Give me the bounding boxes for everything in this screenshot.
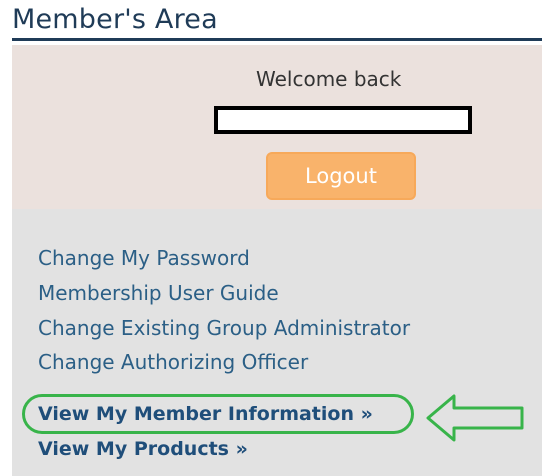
redacted-username — [214, 106, 472, 134]
highlight-annotation-ellipse — [22, 394, 414, 434]
logout-button[interactable]: Logout — [266, 152, 416, 200]
change-group-administrator-link[interactable]: Change Existing Group Administrator — [38, 316, 410, 340]
change-password-link[interactable]: Change My Password — [38, 246, 250, 270]
page-title: Member's Area — [12, 4, 218, 35]
members-area-header: Member's Area — [8, 0, 542, 42]
view-my-products-link[interactable]: View My Products » — [38, 438, 248, 460]
welcome-text: Welcome back — [256, 67, 402, 91]
membership-user-guide-link[interactable]: Membership User Guide — [38, 281, 279, 305]
header-divider — [12, 38, 542, 41]
left-arrow-outline-icon — [426, 394, 524, 442]
change-authorizing-officer-link[interactable]: Change Authorizing Officer — [38, 350, 308, 374]
